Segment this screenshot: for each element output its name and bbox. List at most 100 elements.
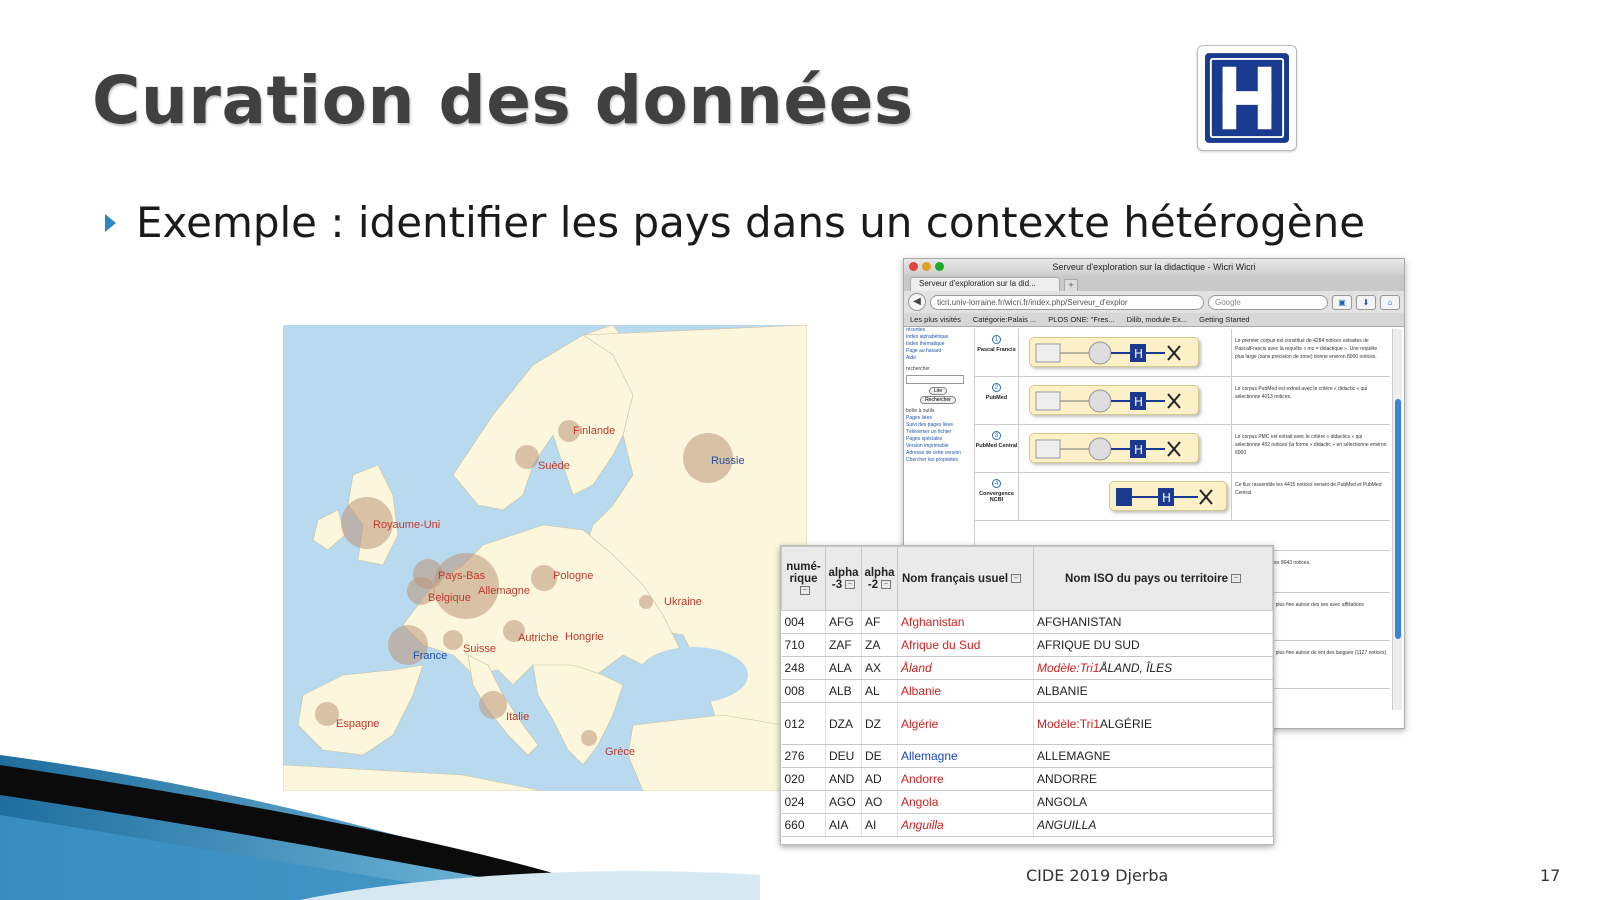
- table-row: 710 ZAF ZA Afrique du Sud AFRIQUE DU SUD: [781, 633, 1273, 657]
- new-tab-button[interactable]: +: [1064, 279, 1078, 291]
- sort-icon[interactable]: ⇔: [1230, 573, 1241, 583]
- url-bar[interactable]: ticri.univ-lorraine.fr/wicri.fr/index.ph…: [930, 294, 1204, 310]
- home-icon[interactable]: ⌂: [1380, 294, 1400, 310]
- flow-pipeline: H: [1029, 385, 1199, 415]
- header-label: Nom français usuel: [902, 572, 1009, 585]
- sort-icon[interactable]: ⇔: [800, 585, 810, 595]
- lire-button[interactable]: Lire: [928, 387, 948, 395]
- bookmark-item[interactable]: Les plus visités: [910, 315, 961, 324]
- download-icon[interactable]: ⬇: [1356, 294, 1376, 310]
- wiki-sidebar: récentes Index alphabétique Index thémat…: [906, 327, 970, 464]
- search-input[interactable]: Google: [1208, 294, 1328, 310]
- map-label-pays-bas: Pays-Bas: [438, 570, 486, 582]
- back-arrow-icon[interactable]: ◀: [908, 293, 926, 311]
- wiki-search-input[interactable]: [906, 375, 964, 384]
- bookmark-item[interactable]: Catégorie:Palais ...: [973, 315, 1036, 324]
- sidebar-tool-link[interactable]: Téléverser un fichier: [906, 429, 970, 436]
- map-label-hongrie: Hongrie: [565, 631, 604, 643]
- bubble-ukraine: [639, 595, 653, 609]
- flow-label: Convergence NCBI: [979, 491, 1014, 503]
- cell-nom-iso: ANGOLA: [1033, 790, 1273, 814]
- sidebar-tool-link[interactable]: Chercher les propriétés: [906, 457, 970, 464]
- sidebar-tool-link[interactable]: Adresse de cette version: [906, 450, 970, 457]
- bookmark-item[interactable]: Getting Started: [1199, 315, 1249, 324]
- europe-map: Finlande Suède Russie Royaume-Uni Pays-B…: [283, 325, 807, 791]
- cell-nom-francais-link[interactable]: Åland: [897, 656, 1034, 680]
- cell-alpha2: AD: [861, 767, 898, 791]
- sidebar-link[interactable]: Index thématique: [906, 341, 970, 348]
- table-row: 660 AIA AI Anguilla ANGUILLA: [781, 813, 1273, 837]
- pipeline-icon: H: [1116, 488, 1213, 506]
- flow-name: 2 PubMed: [975, 377, 1019, 424]
- sidebar-link[interactable]: Index alphabétique: [906, 334, 970, 341]
- iso-table: numé-rique ⇔ alpha -3 ⇔ alpha -2 ⇔ Nom fran…: [781, 546, 1273, 837]
- sidebar-tool-link[interactable]: Version imprimable: [906, 443, 970, 450]
- bookmark-item[interactable]: Dilib, module Ex...: [1127, 315, 1187, 324]
- map-label-russie: Russie: [711, 455, 745, 467]
- sidebar-search-header: rechercher: [906, 366, 930, 372]
- header-nom-iso[interactable]: Nom ISO du pays ou territoire ⇔: [1033, 546, 1273, 611]
- table-row: 008 ALB AL Albanie ALBANIE: [781, 679, 1273, 703]
- window-controls[interactable]: [909, 262, 944, 271]
- cell-alpha2: AF: [861, 610, 898, 634]
- pipeline-icon: H: [1035, 389, 1181, 413]
- cell-nom-francais-link[interactable]: Afghanistan: [897, 610, 1034, 634]
- rechercher-button[interactable]: Rechercher: [920, 396, 956, 404]
- sidebar-tool-link[interactable]: Pages liées: [906, 415, 970, 422]
- cell-numerique: 008: [781, 679, 826, 703]
- sidebar-tools-header: boîte à outils: [906, 408, 935, 414]
- template-link[interactable]: Modèle:Tri1: [1037, 717, 1100, 731]
- browser-titlebar: Serveur d'exploration sur la didactique …: [904, 259, 1404, 275]
- iso-name: AFRIQUE DU SUD: [1037, 638, 1140, 652]
- header-alpha3[interactable]: alpha -3 ⇔: [825, 546, 862, 611]
- tab-active[interactable]: Serveur d'exploration sur la did...: [910, 277, 1060, 291]
- flow-pipeline: H: [1029, 433, 1199, 463]
- sort-icon[interactable]: ⇔: [1011, 573, 1022, 583]
- sidebar-tool-link[interactable]: Suivi des pages liées: [906, 422, 970, 429]
- template-link[interactable]: Modèle:Tri1: [1037, 661, 1099, 675]
- cell-nom-francais-link[interactable]: Andorre: [897, 767, 1034, 791]
- flow-box: H: [1019, 377, 1232, 424]
- cell-nom-iso: ANGUILLA: [1033, 813, 1273, 837]
- close-dot-icon[interactable]: [909, 262, 918, 271]
- iso-name: ALBANIE: [1037, 684, 1088, 698]
- zoom-dot-icon[interactable]: [935, 262, 944, 271]
- tab-bar: Serveur d'exploration sur la did... +: [904, 275, 1404, 291]
- sidebar-link[interactable]: Page au hasard: [906, 348, 970, 355]
- header-alpha2[interactable]: alpha -2 ⇔: [861, 546, 898, 611]
- cell-alpha2: ZA: [861, 633, 898, 657]
- sidebar-tool-link[interactable]: Pages spéciales: [906, 436, 970, 443]
- map-label-autriche: Autriche: [518, 632, 559, 644]
- table-row: 012 DZA DZ Algérie Modèle:Tri1ALGÉRIE: [781, 702, 1273, 745]
- flow-number: 3: [992, 431, 1001, 440]
- sort-icon[interactable]: ⇔: [881, 579, 892, 589]
- cell-numerique: 004: [781, 610, 826, 634]
- flow-label: Pascal Francis: [977, 347, 1016, 353]
- header-nom-francais[interactable]: Nom français usuel ⇔: [897, 546, 1034, 611]
- scrollbar-thumb[interactable]: [1395, 399, 1401, 639]
- sidebar-link[interactable]: Aide: [906, 355, 970, 362]
- cell-nom-francais-link[interactable]: Afrique du Sud: [897, 633, 1034, 657]
- sort-icon[interactable]: ⇔: [845, 579, 856, 589]
- sidebar-link[interactable]: récentes: [906, 327, 970, 334]
- cell-nom-francais-link[interactable]: Angola: [897, 790, 1034, 814]
- flow-label: PubMed Central: [975, 443, 1018, 449]
- cell-nom-iso: AFRIQUE DU SUD: [1033, 633, 1273, 657]
- map-label-pologne: Pologne: [553, 570, 594, 582]
- cell-alpha2: DE: [861, 744, 898, 768]
- table-row: 020 AND AD Andorre ANDORRE: [781, 767, 1273, 791]
- pipeline-icon: H: [1035, 437, 1181, 461]
- svg-text:H: H: [1134, 443, 1143, 457]
- header-numerique[interactable]: numé-rique ⇔: [781, 546, 826, 611]
- cell-nom-francais-link[interactable]: Albanie: [897, 679, 1034, 703]
- map-label-france: France: [413, 650, 448, 662]
- cell-nom-francais-link[interactable]: Algérie: [897, 702, 1034, 745]
- iso-name: ANGOLA: [1037, 795, 1088, 809]
- cell-nom-francais-link[interactable]: Anguilla: [897, 813, 1034, 837]
- cell-alpha2: AI: [861, 813, 898, 837]
- bookmark-item[interactable]: PLOS ONE: "Fres...: [1048, 315, 1114, 324]
- cell-nom-francais-link[interactable]: Allemagne: [897, 744, 1034, 768]
- vertical-scrollbar[interactable]: [1392, 329, 1402, 710]
- minimize-dot-icon[interactable]: [922, 262, 931, 271]
- bookmarks-button[interactable]: ▣: [1332, 294, 1352, 310]
